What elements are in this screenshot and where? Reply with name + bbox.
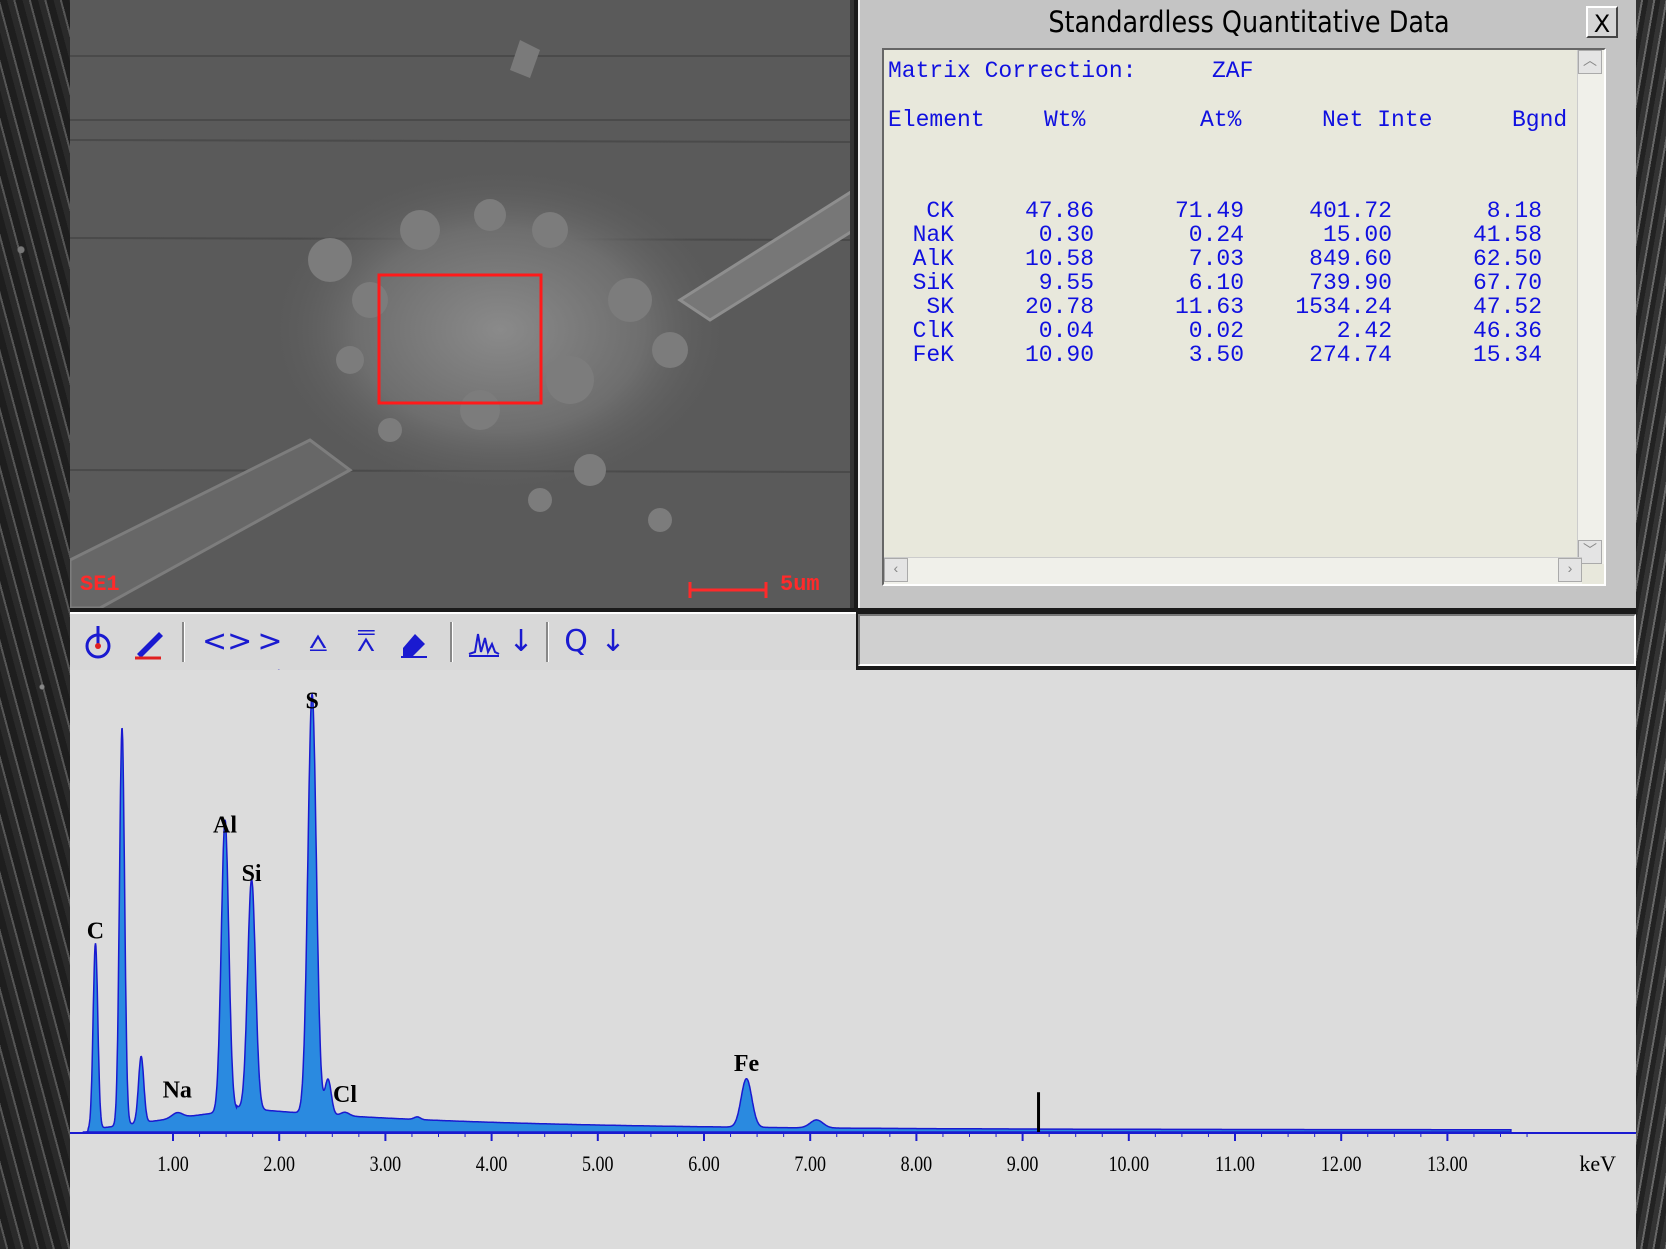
value-cell: 41.58 — [1472, 222, 1542, 248]
element-cell: SK — [926, 294, 954, 320]
value-cell: 15.00 — [1322, 222, 1392, 248]
toolbar-separator — [182, 622, 185, 662]
header-bgnd: Bgnd — [1512, 107, 1568, 133]
x-tick-label: 1.00 — [157, 1152, 189, 1176]
close-button[interactable]: X — [1586, 6, 1618, 38]
vertical-scrollbar[interactable]: ︿ ﹀ — [1577, 50, 1604, 564]
window-title: Standardless Quantitative Data — [1048, 5, 1450, 39]
background-texture-left — [0, 0, 70, 1249]
value-cell: 15.34 — [1472, 342, 1542, 368]
element-cell: ClK — [912, 318, 954, 344]
background-texture-right — [1636, 0, 1666, 1249]
x-tick-label: 2.00 — [263, 1152, 295, 1176]
header-wt: Wt% — [1044, 107, 1086, 133]
expand-horizontal-icon[interactable]: <> — [202, 624, 252, 660]
scroll-right-icon[interactable]: › — [1558, 558, 1582, 582]
peak-label: C — [87, 918, 104, 944]
value-cell: 274.74 — [1309, 342, 1392, 368]
expand-vertical-icon[interactable]: ⩟ — [298, 624, 338, 660]
sem-image-panel[interactable]: SE1 5um — [70, 0, 854, 608]
matrix-correction-value: ZAF — [1212, 58, 1254, 84]
x-tick-label: 11.00 — [1215, 1152, 1255, 1176]
scroll-left-icon[interactable]: ‹ — [884, 558, 908, 582]
scroll-up-icon[interactable]: ︿ — [1578, 50, 1602, 74]
compress-horizontal-icon[interactable]: >< — [250, 624, 290, 695]
element-cell: AlK — [912, 246, 954, 272]
value-cell: 10.58 — [1024, 246, 1094, 272]
spectrum-toolbar: <> >< ⩟ ⩞ ↓ Q ↓ — [70, 612, 856, 695]
value-cell: 401.72 — [1309, 198, 1392, 224]
value-cell: 46.36 — [1472, 318, 1542, 344]
spectrum-plot: 1.00 2.00 3.00 4.00 5.00 6.00 7.00 8.00 9.00 10.0… — [70, 689, 1636, 1176]
x-tick-label: 3.00 — [370, 1152, 402, 1176]
value-cell: 0.24 — [1188, 222, 1244, 248]
x-tick-label: 12.00 — [1321, 1152, 1362, 1176]
info-marker-icon[interactable] — [78, 624, 118, 660]
value-cell: 7.03 — [1188, 246, 1244, 272]
status-bar — [858, 614, 1636, 666]
spectrum-icon[interactable] — [464, 624, 504, 660]
value-cell: 1534.24 — [1295, 294, 1392, 320]
down-arrow-icon[interactable]: ↓ — [506, 624, 536, 660]
element-cell: FeK — [912, 342, 954, 368]
value-cell: 739.90 — [1309, 270, 1392, 296]
peak-label: Fe — [734, 1051, 760, 1077]
value-cell: 10.90 — [1024, 342, 1094, 368]
value-cell: 849.60 — [1309, 246, 1392, 272]
value-cell: 20.78 — [1024, 294, 1094, 320]
value-cell: 9.55 — [1038, 270, 1094, 296]
peak-label: S — [305, 689, 318, 715]
down-arrow-icon[interactable]: ↓ — [598, 624, 628, 660]
quant-content: Matrix Correction: ZAF Element Wt% At% N… — [884, 50, 1584, 570]
element-cell: SiK — [912, 270, 954, 296]
header-element: Element — [888, 107, 985, 133]
x-axis-label: keV — [1579, 1151, 1616, 1176]
zoom-icon[interactable]: Q — [558, 624, 594, 660]
quant-data-window: Standardless Quantitative Data X Matrix … — [858, 0, 1636, 608]
value-cell: 0.02 — [1188, 318, 1244, 344]
x-tick-label: 5.00 — [582, 1152, 614, 1176]
value-cell: 8.18 — [1486, 198, 1542, 224]
header-at: At% — [1200, 107, 1242, 133]
value-cell: 71.49 — [1174, 198, 1244, 224]
value-cell: 0.30 — [1038, 222, 1094, 248]
spectrum-area — [82, 693, 1512, 1133]
element-cell: NaK — [912, 222, 954, 248]
x-tick-label: 8.00 — [901, 1152, 933, 1176]
value-cell: 3.50 — [1188, 342, 1244, 368]
compress-vertical-icon[interactable]: ⩞ — [346, 624, 386, 660]
x-tick-label: 9.00 — [1007, 1152, 1039, 1176]
horizontal-scrollbar[interactable]: ‹ › — [884, 557, 1582, 584]
value-cell: 2.42 — [1336, 318, 1392, 344]
toolbar-separator — [450, 622, 453, 662]
peak-label: Cl — [333, 1082, 357, 1108]
value-cell: 6.10 — [1188, 270, 1244, 296]
value-cell: 47.86 — [1024, 198, 1094, 224]
value-cell: 11.63 — [1174, 294, 1244, 320]
matrix-correction-label: Matrix Correction: — [888, 58, 1137, 84]
edit-marker-icon[interactable] — [128, 624, 168, 660]
peak-label: Si — [242, 861, 262, 887]
peak-label: Na — [163, 1077, 192, 1103]
toolbar-separator — [546, 622, 549, 662]
element-cell: CK — [926, 198, 954, 224]
value-cell: 62.50 — [1472, 246, 1542, 272]
erase-icon[interactable] — [394, 624, 434, 660]
x-tick-label: 4.00 — [476, 1152, 508, 1176]
value-cell: 67.70 — [1472, 270, 1542, 296]
detector-label: SE1 — [80, 572, 120, 597]
x-tick-label: 13.00 — [1427, 1152, 1468, 1176]
peak-label: Al — [213, 812, 237, 838]
quant-results-area[interactable]: Matrix Correction: ZAF Element Wt% At% N… — [882, 48, 1606, 586]
x-tick-label: 10.00 — [1109, 1152, 1150, 1176]
x-tick-label: 7.00 — [794, 1152, 826, 1176]
eds-spectrum-chart[interactable]: 1.00 2.00 3.00 4.00 5.00 6.00 7.00 8.00 9.00 10.0… — [70, 670, 1636, 1249]
sem-image — [70, 0, 850, 608]
header-net-inte: Net Inte — [1322, 107, 1433, 133]
value-cell: 47.52 — [1472, 294, 1542, 320]
x-tick-label: 6.00 — [688, 1152, 720, 1176]
scale-bar-label: 5um — [780, 572, 820, 597]
value-cell: 0.04 — [1038, 318, 1094, 344]
